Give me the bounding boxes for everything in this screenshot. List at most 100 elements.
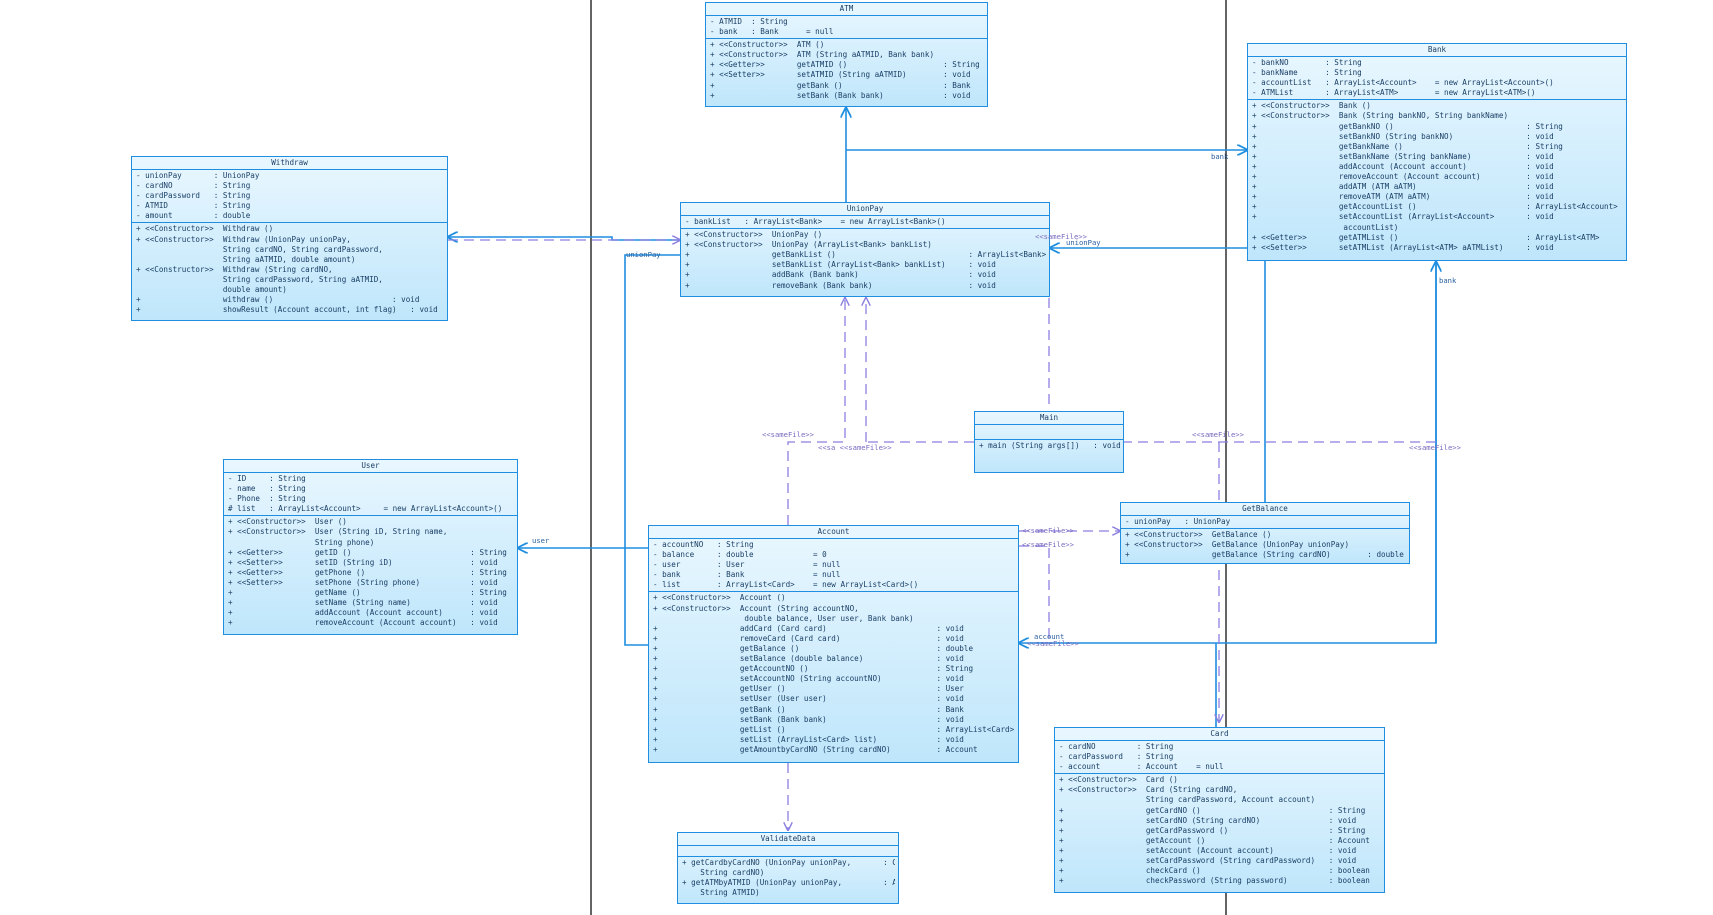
method-row: + <<Constructor>> Bank (String bankNO, S…	[1252, 111, 1509, 121]
method-row: + <<Constructor>> GetBalance (UnionPay u…	[1125, 540, 1350, 550]
class-account-methods: + <<Constructor>> Account () + <<Constru…	[649, 591, 1018, 756]
diagram-canvas: ATM - ATMID : String - bank : Bank = nul…	[0, 0, 1713, 915]
method-row: + showResult (Account account, int flag)…	[136, 305, 438, 315]
label-samefile-mid: <<sa <<sameFile>>	[818, 443, 892, 452]
attribute-row: - ATMList : ArrayList<ATM> = new ArrayLi…	[1252, 88, 1536, 98]
method-row: + setBank (Bank bank) : void	[710, 90, 971, 100]
label-samefile-acc-gb2: <<sameFile>>	[1022, 540, 1074, 549]
method-row: + setCardPassword (String cardPassword) …	[1059, 856, 1357, 866]
attribute-row: - amount : double	[136, 211, 251, 221]
method-row: + setBalance (double balance) : void	[653, 654, 964, 664]
attribute-row: - unionPay : UnionPay	[1125, 517, 1231, 526]
class-account[interactable]: Account - accountNO : String - balance :…	[648, 525, 1019, 763]
class-validatedata-name: ValidateData	[678, 833, 898, 846]
attribute-row: - bankList : ArrayList<Bank> = new Array…	[685, 217, 946, 226]
method-row: + getBank () : Bank	[653, 704, 964, 714]
class-validatedata[interactable]: ValidateData + getCardbyCardNO (UnionPay…	[677, 832, 899, 904]
method-row: + getAccountList () : ArrayList<Account>	[1252, 202, 1618, 212]
attribute-row: - cardNO : String	[136, 181, 251, 191]
method-row: + <<Constructor>> Withdraw ()	[136, 224, 274, 234]
attribute-row: - unionPay : UnionPay	[136, 171, 260, 180]
method-row: + addAccount (Account account) : void	[228, 608, 498, 618]
method-row: + getBalance () : double	[653, 643, 974, 653]
attribute-row: - bankNO : String	[1252, 58, 1362, 67]
method-row: + addAccount (Account account) : void	[1252, 161, 1554, 171]
method-row: + addCard (Card card) : void	[653, 623, 964, 633]
method-row: + <<Constructor>> Withdraw (String cardN…	[136, 264, 333, 274]
method-row: + getBalance (String cardNO) : double	[1125, 550, 1404, 560]
class-card[interactable]: Card - cardNO : String - cardPassword : …	[1054, 727, 1385, 893]
class-bank-name: Bank	[1248, 44, 1626, 57]
method-row: + <<Constructor>> User ()	[228, 517, 347, 527]
method-row: String aATMID, double amount)	[136, 254, 356, 264]
method-row: + setCardNO (String cardNO) : void	[1059, 815, 1357, 825]
class-bank[interactable]: Bank - bankNO : String - bankName : Stri…	[1247, 43, 1627, 261]
attribute-row: - bankName : String	[1252, 68, 1362, 78]
method-row: + removeATM (ATM aATM) : void	[1252, 192, 1554, 202]
method-row: + removeAccount (Account account) : void	[1252, 172, 1554, 182]
method-row: + <<Constructor>> ATM ()	[710, 40, 825, 50]
class-user-attributes: - ID : String - name : String - Phone : …	[224, 473, 517, 515]
method-row: String cardNO)	[682, 868, 765, 878]
method-row: + <<Setter>> setID (String iD) : void	[228, 557, 498, 567]
method-row: + getBankName () : String	[1252, 141, 1563, 151]
method-row: + getBankList () : ArrayList<Bank>	[685, 250, 1046, 260]
method-row: + <<Constructor>> Card ()	[1059, 775, 1178, 785]
attribute-row: - cardPassword : String	[1059, 752, 1174, 762]
attribute-row: - ATMID : String	[136, 201, 251, 211]
class-user[interactable]: User - ID : String - name : String - Pho…	[223, 459, 518, 635]
label-bank-account: bank	[1439, 276, 1457, 285]
class-getbalance-attributes: - unionPay : UnionPay	[1121, 516, 1409, 528]
class-account-name: Account	[649, 526, 1018, 539]
method-row: String phone)	[228, 537, 375, 547]
method-row: + removeAccount (Account account) : void	[228, 618, 498, 628]
method-row: + removeBank (Bank bank) : void	[685, 280, 996, 290]
method-row: + <<Constructor>> UnionPay (ArrayList<Ba…	[685, 240, 932, 250]
method-row: + getBank () : Bank	[710, 80, 971, 90]
method-row: String cardPassword, String aATMID,	[136, 274, 383, 284]
class-main[interactable]: Main + main (String args[]) : void	[974, 411, 1124, 473]
method-row: + checkPassword (String password) : bool…	[1059, 876, 1370, 886]
label-samefile-right2: <<sameFile>>	[1409, 443, 1461, 452]
class-withdraw[interactable]: Withdraw - unionPay : UnionPay - cardNO …	[131, 156, 448, 321]
class-card-name: Card	[1055, 728, 1384, 741]
method-row: + addATM (ATM aATM) : void	[1252, 182, 1554, 192]
method-row: double balance, User user, Bank bank)	[653, 613, 914, 623]
class-unionpay-attributes: - bankList : ArrayList<Bank> = new Array…	[681, 216, 1049, 228]
class-user-methods: + <<Constructor>> User () + <<Constructo…	[224, 515, 517, 629]
method-row: + getCardNO () : String	[1059, 805, 1366, 815]
method-row: + getATMbyATMID (UnionPay unionPay, : AT…	[682, 878, 895, 888]
method-row: + <<Constructor>> Card (String cardNO,	[1059, 785, 1238, 795]
class-getbalance[interactable]: GetBalance - unionPay : UnionPay + <<Con…	[1120, 502, 1410, 564]
class-main-methods: + main (String args[]) : void	[975, 439, 1123, 452]
label-unionpay-withdraw: unionPay	[626, 250, 661, 259]
class-unionpay-methods: + <<Constructor>> UnionPay () + <<Constr…	[681, 228, 1049, 292]
method-row: + <<Constructor>> Account ()	[653, 593, 786, 603]
method-row: + <<Getter>> getPhone () : String	[228, 567, 507, 577]
method-row: + <<Constructor>> Withdraw (UnionPay uni…	[136, 234, 351, 244]
dep-account-to-getbalance-2	[1019, 545, 1050, 640]
attribute-row: - accountNO : String	[653, 540, 754, 549]
class-withdraw-attributes: - unionPay : UnionPay - cardNO : String …	[132, 170, 447, 222]
class-atm-attributes: - ATMID : String - bank : Bank = null	[706, 16, 987, 38]
dep-account-to-unionpay-a	[787, 298, 845, 525]
method-row: + main (String args[]) : void	[979, 441, 1120, 450]
attribute-row: - cardNO : String	[1059, 742, 1174, 751]
class-withdraw-methods: + <<Constructor>> Withdraw () + <<Constr…	[132, 222, 447, 316]
attribute-row: - ATMID : String	[710, 17, 788, 26]
method-row: + <<Setter>> setPhone (String phone) : v…	[228, 577, 498, 587]
class-atm[interactable]: ATM - ATMID : String - bank : Bank = nul…	[705, 2, 988, 107]
method-row: + <<Getter>> getID () : String	[228, 547, 507, 557]
method-row: + getCardbyCardNO (UnionPay unionPay, : …	[682, 858, 895, 867]
class-unionpay[interactable]: UnionPay - bankList : ArrayList<Bank> = …	[680, 202, 1050, 297]
method-row: + getAccountNO () : String	[653, 664, 974, 674]
method-row: + setBankNO (String bankNO) : void	[1252, 131, 1554, 141]
label-unionpay-getbalance: unionPay	[1066, 238, 1101, 247]
method-row: + setBank (Bank bank) : void	[653, 714, 964, 724]
method-row: accountList)	[1252, 222, 1399, 232]
attribute-row: - accountList : ArrayList<Account> = new…	[1252, 78, 1554, 88]
method-row: + setUser (User user) : void	[653, 694, 964, 704]
attribute-row: - account : Account = null	[1059, 762, 1224, 772]
attribute-row: # list : ArrayList<Account> = new ArrayL…	[228, 504, 503, 514]
method-row: + addBank (Bank bank) : void	[685, 270, 996, 280]
